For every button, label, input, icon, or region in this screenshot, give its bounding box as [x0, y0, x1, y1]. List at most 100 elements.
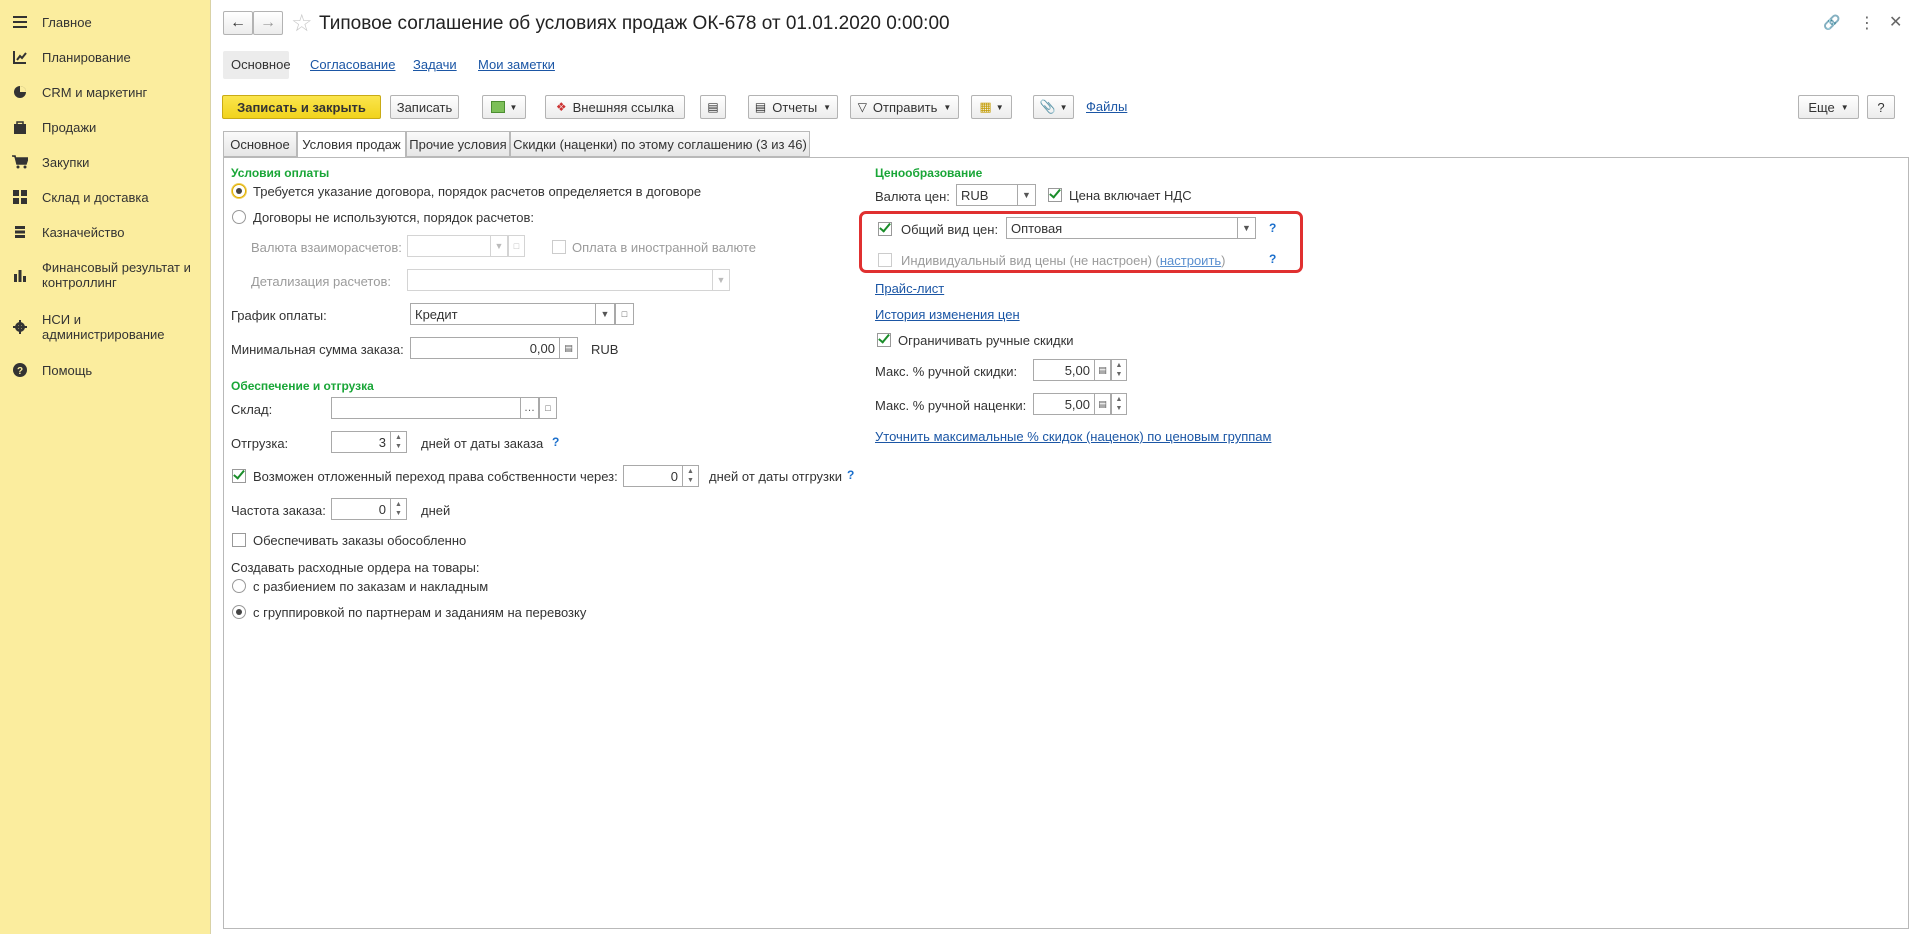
calculator-icon[interactable]: ▤ [560, 337, 578, 359]
reports-button[interactable]: ▤ Отчеты ▼ [748, 95, 838, 119]
deferred-label: Возможен отложенный переход права собств… [253, 469, 618, 484]
min-sum-currency: RUB [591, 342, 619, 357]
send-button[interactable]: ▽ Отправить ▼ [850, 95, 959, 119]
shipment-help-icon[interactable]: ? [552, 435, 559, 449]
nav-tab-main[interactable]: Основное [223, 51, 291, 79]
individual-price-checkbox[interactable] [878, 253, 892, 267]
link-icon[interactable]: 🔗 [1823, 14, 1840, 31]
close-icon[interactable]: ✕ [1889, 12, 1902, 32]
warehouse-label: Склад: [231, 402, 273, 417]
max-markup-label: Макс. % ручной наценки: [875, 398, 1027, 413]
max-markup-field[interactable]: 5,00 [1033, 393, 1095, 415]
tab-other-conditions[interactable]: Прочие условия [406, 131, 510, 157]
sidebar-item-help[interactable]: ? Помощь [0, 360, 207, 380]
create-based-on-button[interactable]: ▼ [482, 95, 526, 119]
detail-field[interactable] [407, 269, 713, 291]
individual-price-help-icon[interactable]: ? [1269, 252, 1276, 266]
deferred-checkbox[interactable] [232, 467, 246, 483]
sidebar-item-warehouse[interactable]: Склад и доставка [0, 187, 207, 207]
orders-radio-group[interactable] [232, 605, 246, 619]
sidebar-item-main[interactable]: Главное [0, 12, 207, 32]
calculator-icon[interactable]: ▤ [1095, 393, 1111, 415]
select-dots-icon[interactable]: … [521, 397, 539, 419]
warehouse-icon [12, 189, 28, 205]
payment-schedule-label: График оплаты: [231, 308, 327, 323]
orders-radio-split[interactable] [232, 579, 246, 593]
forward-button[interactable]: → [253, 11, 283, 35]
sidebar-item-sales[interactable]: Продажи [0, 117, 207, 137]
shipment-days-field[interactable]: 3 [331, 431, 391, 453]
back-button[interactable]: ← [223, 11, 253, 35]
configure-link[interactable]: настроить [1160, 253, 1221, 268]
tab-main[interactable]: Основное [223, 131, 297, 157]
sidebar-item-admin[interactable]: НСИ и администрирование [0, 310, 207, 344]
foreign-currency-checkbox[interactable] [552, 240, 566, 254]
sidebar-item-treasury[interactable]: Казначейство [0, 222, 207, 242]
sidebar-item-purchases[interactable]: Закупки [0, 152, 207, 172]
tab-label: Условия продаж [302, 137, 401, 152]
general-price-help-icon[interactable]: ? [1269, 221, 1276, 235]
sidebar-item-planning[interactable]: Планирование [0, 47, 207, 67]
print-button[interactable]: ▦ ▼ [971, 95, 1012, 119]
deferred-help-icon[interactable]: ? [847, 468, 854, 482]
general-price-field[interactable]: Оптовая [1006, 217, 1238, 239]
tab-label: Скидки (наценки) по этому соглашению (3 … [513, 136, 807, 152]
help-button[interactable]: ? [1867, 95, 1895, 119]
files-link[interactable]: Файлы [1086, 99, 1127, 114]
external-link-button[interactable]: ❖ Внешняя ссылка [545, 95, 685, 119]
shipment-label: Отгрузка: [231, 436, 289, 451]
more-vertical-icon[interactable]: ⋮ [1859, 13, 1875, 33]
open-window-icon[interactable]: □ [539, 397, 557, 419]
nav-tab-tasks[interactable]: Задачи [413, 57, 457, 72]
frequency-spinner[interactable]: ▲ ▼ [391, 498, 407, 520]
limit-discounts-checkbox[interactable] [877, 331, 891, 347]
payment-schedule-field[interactable]: Кредит [410, 303, 596, 325]
nav-tab-notes[interactable]: Мои заметки [478, 57, 555, 72]
sidebar-item-crm[interactable]: CRM и маркетинг [0, 82, 207, 102]
save-button[interactable]: Записать [390, 95, 459, 119]
price-list-link[interactable]: Прайс-лист [875, 281, 944, 296]
price-currency-field[interactable]: RUB [956, 184, 1018, 206]
chevron-down-icon[interactable]: ▼ [1238, 217, 1256, 239]
tab-discounts[interactable]: Скидки (наценки) по этому соглашению (3 … [510, 131, 810, 157]
deferred-spinner[interactable]: ▲ ▼ [683, 465, 699, 487]
max-discount-spinner[interactable]: ▲ ▼ [1111, 359, 1127, 381]
payment-radio-contract[interactable] [232, 184, 246, 198]
calculator-icon[interactable]: ▤ [1095, 359, 1111, 381]
refine-discounts-link[interactable]: Уточнить максимальные % скидок (наценок)… [875, 429, 1271, 444]
more-button[interactable]: Еще ▼ [1798, 95, 1859, 119]
favorite-star-icon[interactable]: ☆ [291, 9, 313, 38]
chevron-down-icon[interactable]: ▼ [1018, 184, 1036, 206]
open-window-icon[interactable]: □ [615, 303, 634, 325]
menu-icon [12, 14, 28, 30]
open-window-icon[interactable]: □ [508, 235, 525, 257]
min-sum-field[interactable]: 0,00 [410, 337, 560, 359]
pricing-section-header: Ценообразование [875, 166, 983, 180]
separate-orders-checkbox[interactable] [232, 533, 246, 547]
chevron-down-icon[interactable]: ▼ [491, 235, 508, 257]
tab-sales-conditions[interactable]: Условия продаж [297, 131, 406, 158]
calculator-button[interactable]: ▤ [700, 95, 726, 119]
price-history-link[interactable]: История изменения цен [875, 307, 1020, 322]
general-price-checkbox[interactable] [878, 220, 892, 236]
frequency-field[interactable]: 0 [331, 498, 391, 520]
settlement-currency-field[interactable] [407, 235, 491, 257]
attach-button[interactable]: 📎 ▼ [1033, 95, 1074, 119]
orders-header: Создавать расходные ордера на товары: [231, 560, 480, 575]
max-discount-field[interactable]: 5,00 [1033, 359, 1095, 381]
deferred-days-field[interactable]: 0 [623, 465, 683, 487]
coins-icon [12, 224, 28, 240]
copy-green-icon [490, 101, 505, 113]
calculator-icon: ▤ [707, 100, 719, 114]
sidebar-item-label: Казначейство [42, 225, 125, 240]
chevron-down-icon[interactable]: ▼ [713, 269, 730, 291]
save-close-button[interactable]: Записать и закрыть [222, 95, 381, 119]
chevron-down-icon[interactable]: ▼ [596, 303, 615, 325]
shipment-spinner[interactable]: ▲ ▼ [391, 431, 407, 453]
vat-checkbox[interactable] [1048, 186, 1062, 202]
sidebar-item-finance[interactable]: Финансовый результат и контроллинг [0, 258, 207, 292]
nav-tab-approval[interactable]: Согласование [310, 57, 395, 72]
warehouse-field[interactable] [331, 397, 521, 419]
max-markup-spinner[interactable]: ▲ ▼ [1111, 393, 1127, 415]
payment-radio-no-contract[interactable] [232, 210, 246, 224]
